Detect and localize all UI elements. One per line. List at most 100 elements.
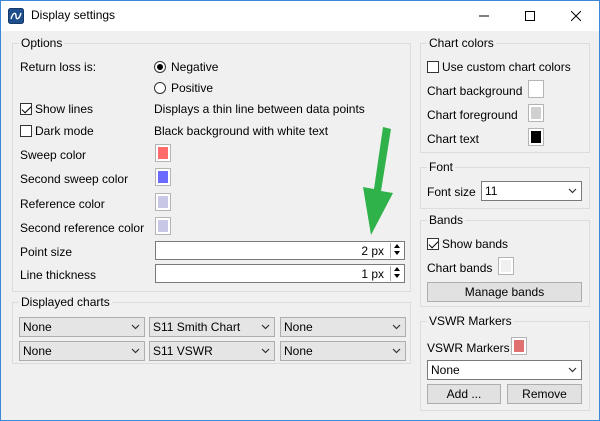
chart-bands-color-button[interactable]	[498, 257, 514, 275]
chart-select-r1-c3[interactable]: None	[280, 317, 406, 337]
line-thickness-value: 1 px	[361, 267, 384, 281]
add-marker-button[interactable]: Add ...	[427, 384, 501, 404]
spin-down-icon[interactable]	[391, 273, 403, 280]
line-thickness-arrows[interactable]	[390, 266, 403, 281]
chart-background-button[interactable]	[528, 80, 544, 98]
chart-select-value: S11 Smith Chart	[153, 320, 241, 334]
return-loss-label: Return loss is:	[20, 60, 97, 74]
spin-up-icon[interactable]	[391, 243, 403, 250]
remove-marker-button[interactable]: Remove	[507, 384, 582, 404]
point-size-value: 2 px	[361, 244, 384, 258]
close-icon	[571, 11, 581, 21]
minimize-icon	[479, 15, 489, 17]
chart-text-label: Chart text	[427, 132, 480, 146]
chevron-down-icon	[131, 324, 140, 330]
chart-select-value: None	[23, 320, 52, 334]
displayed-charts-group-title: Displayed charts	[19, 295, 112, 309]
chart-select-value: S11 VSWR	[153, 344, 213, 358]
second-sweep-color-label: Second sweep color	[20, 172, 129, 186]
vswr-markers-label: VSWR Markers	[427, 341, 510, 355]
close-button[interactable]	[553, 1, 599, 31]
sweep-color-swatch	[158, 147, 168, 159]
chart-select-r2-c1[interactable]: None	[19, 341, 145, 361]
font-size-select[interactable]: 11	[481, 181, 582, 201]
window-title: Display settings	[31, 8, 116, 22]
dark-mode-label[interactable]: Dark mode	[35, 124, 94, 138]
font-size-label: Font size	[427, 185, 476, 199]
show-lines-description: Displays a thin line between data points	[154, 102, 365, 116]
second-reference-color-swatch	[158, 220, 168, 232]
chart-text-button[interactable]	[528, 128, 544, 146]
chart-select-r1-c1[interactable]: None	[19, 317, 145, 337]
dark-mode-checkbox[interactable]	[20, 125, 32, 137]
chart-select-value: None	[284, 320, 313, 334]
chart-colors-group-title: Chart colors	[427, 36, 496, 50]
annotation-arrow-shape	[363, 127, 393, 235]
annotation-arrow-icon	[363, 127, 393, 235]
chevron-down-icon	[392, 348, 401, 354]
vswr-markers-group-title: VSWR Markers	[427, 314, 514, 328]
use-custom-colors-checkbox[interactable]	[427, 61, 439, 73]
options-group-title: Options	[19, 36, 65, 50]
second-sweep-color-button[interactable]	[155, 168, 171, 186]
chevron-down-icon	[131, 348, 140, 354]
maximize-icon	[525, 11, 535, 21]
spin-down-icon[interactable]	[391, 250, 403, 257]
vswr-markers-select-value: None	[431, 363, 460, 377]
vswr-markers-color-button[interactable]	[511, 337, 527, 355]
chart-select-r1-c2[interactable]: S11 Smith Chart	[149, 317, 275, 337]
chart-background-label: Chart background	[427, 84, 523, 98]
chevron-down-icon	[392, 324, 401, 330]
point-size-spinbox[interactable]: 2 px	[155, 241, 405, 260]
font-group-title: Font	[427, 160, 456, 174]
sweep-color-button[interactable]	[155, 144, 171, 162]
show-bands-label[interactable]: Show bands	[442, 237, 508, 251]
reference-color-swatch	[158, 196, 168, 208]
manage-bands-button[interactable]: Manage bands	[427, 282, 582, 302]
show-lines-checkbox[interactable]	[20, 103, 32, 115]
vswr-markers-select[interactable]: None	[427, 360, 582, 380]
show-bands-checkbox[interactable]	[427, 238, 439, 250]
minimize-button[interactable]	[461, 1, 507, 31]
second-reference-color-button[interactable]	[155, 217, 171, 235]
chart-select-r2-c2[interactable]: S11 VSWR	[149, 341, 275, 361]
reference-color-label: Reference color	[20, 197, 105, 211]
second-sweep-color-swatch	[158, 171, 168, 183]
line-thickness-spinbox[interactable]: 1 px	[155, 264, 405, 283]
chart-foreground-button[interactable]	[528, 104, 544, 122]
font-size-value: 11	[485, 184, 498, 198]
negative-radio-label[interactable]: Negative	[171, 60, 218, 74]
line-thickness-label: Line thickness	[20, 268, 97, 282]
chevron-down-icon	[568, 188, 577, 194]
reference-color-button[interactable]	[155, 193, 171, 211]
show-lines-label[interactable]: Show lines	[35, 102, 93, 116]
chart-select-value: None	[284, 344, 313, 358]
sweep-color-label: Sweep color	[20, 148, 87, 162]
chart-foreground-label: Chart foreground	[427, 108, 518, 122]
bands-group-title: Bands	[427, 213, 466, 227]
title-bar[interactable]: Display settings	[1, 1, 599, 31]
maximize-button[interactable]	[507, 1, 553, 31]
dark-mode-description: Black background with white text	[154, 124, 329, 138]
point-size-label: Point size	[20, 245, 73, 259]
chart-background-swatch	[531, 83, 541, 95]
chevron-down-icon	[261, 348, 270, 354]
vswr-markers-swatch	[514, 340, 524, 352]
chart-text-swatch	[531, 131, 541, 143]
positive-radio[interactable]	[154, 82, 166, 94]
point-size-arrows[interactable]	[390, 243, 403, 258]
chevron-down-icon	[568, 367, 577, 373]
positive-radio-label[interactable]: Positive	[171, 81, 213, 95]
chart-foreground-swatch	[531, 107, 541, 119]
chart-bands-label: Chart bands	[427, 261, 493, 275]
second-reference-color-label: Second reference color	[20, 221, 145, 235]
negative-radio[interactable]	[154, 61, 166, 73]
chevron-down-icon	[261, 324, 270, 330]
display-settings-window: Display settings Options Return loss is:…	[0, 0, 600, 421]
chart-bands-swatch	[501, 260, 511, 272]
app-icon	[8, 8, 24, 24]
use-custom-colors-label[interactable]: Use custom chart colors	[442, 60, 571, 74]
chart-select-value: None	[23, 344, 52, 358]
chart-select-r2-c3[interactable]: None	[280, 341, 406, 361]
spin-up-icon[interactable]	[391, 266, 403, 273]
